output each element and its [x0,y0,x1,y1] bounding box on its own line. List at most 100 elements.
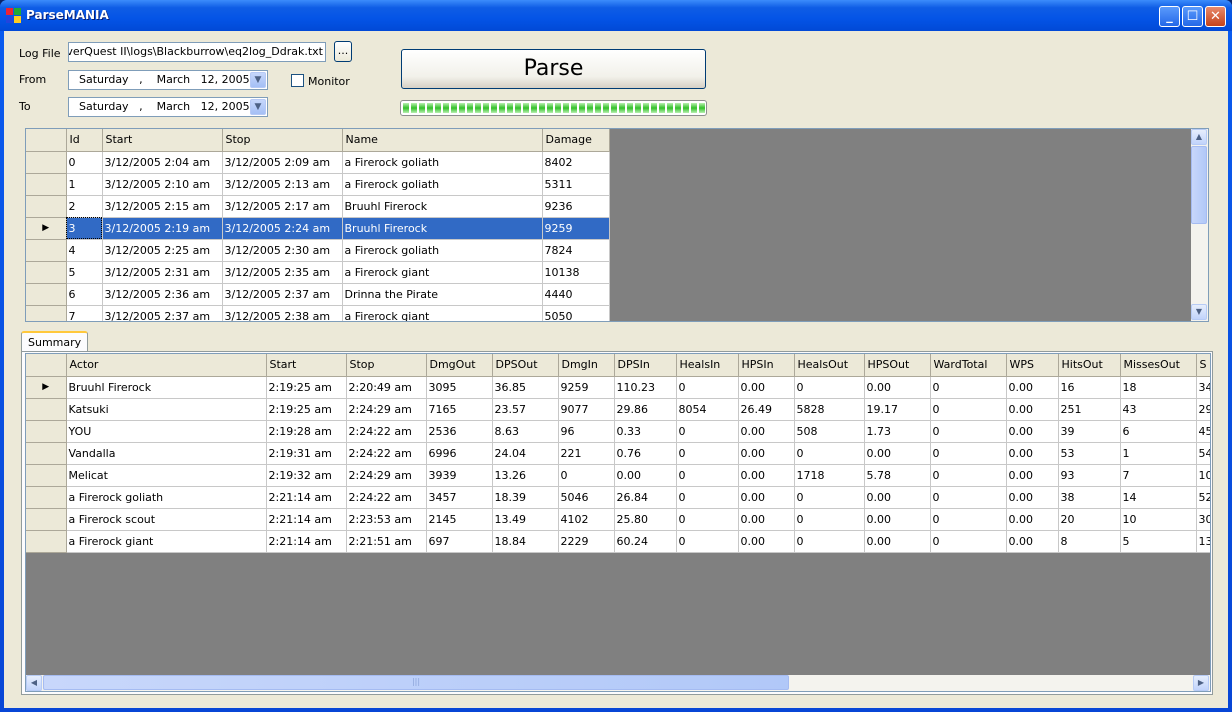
summary-row-header[interactable] [26,464,67,487]
summary-cell[interactable]: a Firerock giant [66,530,267,553]
browse-button[interactable]: ... [334,41,352,62]
encounters-cell[interactable]: Drinna the Pirate [342,283,543,306]
summary-cell[interactable]: 60.24 [614,530,677,553]
summary-cell[interactable]: 2:24:22 am [346,420,427,443]
summary-row[interactable]: Katsuki 2:19:25 am 2:24:29 am 7165 23.57 9077… [26,398,1210,421]
minimize-button[interactable]: _ [1159,6,1180,27]
encounters-row[interactable]: 5 3/12/2005 2:31 am 3/12/2005 2:35 am a Fir… [26,261,610,284]
summary-cell[interactable]: 0.00 [738,464,795,487]
summary-cell[interactable]: 697 [426,530,493,553]
summary-cell[interactable]: 251 [1058,398,1121,421]
summary-cell[interactable]: 0 [794,376,865,399]
summary-cell[interactable]: 0.00 [1006,508,1059,531]
encounters-cell[interactable]: 3/12/2005 2:15 am [102,195,223,218]
summary-cell[interactable]: 53 [1058,442,1121,465]
summary-column-header[interactable]: WPS [1006,354,1059,377]
encounters-column-header[interactable]: Damage [542,129,610,152]
summary-cell[interactable]: 1718 [794,464,865,487]
encounters-row[interactable]: 1 3/12/2005 2:10 am 3/12/2005 2:13 am a Fir… [26,173,610,196]
summary-cell[interactable]: 0.00 [738,530,795,553]
summary-cell[interactable]: 52 [1196,486,1210,509]
summary-cell[interactable]: 0 [676,530,739,553]
summary-cell[interactable]: 0 [930,508,1007,531]
summary-cell[interactable]: 0 [930,420,1007,443]
summary-cell[interactable]: 1.73 [864,420,931,443]
summary-cell[interactable]: 2:21:14 am [266,530,347,553]
summary-cell[interactable]: 18 [1120,376,1197,399]
summary-cell[interactable]: 0 [676,376,739,399]
encounters-cell[interactable]: 4440 [542,283,610,306]
summary-column-header[interactable]: Stop [346,354,427,377]
summary-cell[interactable]: 2:21:14 am [266,508,347,531]
summary-cell[interactable]: 0 [676,442,739,465]
encounters-cell[interactable]: 3 [66,217,103,240]
summary-cell[interactable]: 8.63 [492,420,559,443]
summary-cell[interactable]: 2:24:29 am [346,464,427,487]
summary-column-header[interactable]: S [1196,354,1210,377]
encounters-cell[interactable]: 10138 [542,261,610,284]
summary-cell[interactable]: 0 [930,530,1007,553]
encounters-cell[interactable]: a Firerock giant [342,261,543,284]
encounters-cell[interactable]: a Firerock goliath [342,239,543,262]
encounters-cell[interactable]: 3/12/2005 2:24 am [222,217,343,240]
scroll-thumb[interactable]: ||| [43,675,789,690]
encounters-row[interactable]: 7 3/12/2005 2:37 am 3/12/2005 2:38 am a Fir… [26,305,610,321]
encounters-row-header[interactable] [26,151,67,174]
summary-cell[interactable]: 10 [1120,508,1197,531]
summary-cell[interactable]: 30 [1196,508,1210,531]
summary-cell[interactable]: 2145 [426,508,493,531]
encounters-cell[interactable]: 3/12/2005 2:36 am [102,283,223,306]
summary-cell[interactable]: Melicat [66,464,267,487]
summary-cell[interactable]: 20 [1058,508,1121,531]
summary-row[interactable]: a Firerock giant 2:21:14 am 2:21:51 am 697 1… [26,530,1210,553]
summary-cell[interactable]: 2:24:29 am [346,398,427,421]
encounters-cell[interactable]: 3/12/2005 2:10 am [102,173,223,196]
summary-column-header[interactable]: Start [266,354,347,377]
summary-cell[interactable]: 0 [930,398,1007,421]
summary-cell[interactable]: 0 [794,442,865,465]
encounters-row-header[interactable] [26,261,67,284]
encounters-cell[interactable]: 3/12/2005 2:09 am [222,151,343,174]
summary-cell[interactable]: 3457 [426,486,493,509]
encounters-column-header[interactable]: Id [66,129,103,152]
summary-cell[interactable]: 9077 [558,398,615,421]
encounters-cell[interactable]: 6 [66,283,103,306]
summary-cell[interactable]: Vandalla [66,442,267,465]
summary-column-header[interactable]: DPSIn [614,354,677,377]
summary-cell[interactable]: 0.00 [614,464,677,487]
summary-cell[interactable]: 2:19:28 am [266,420,347,443]
encounters-cell[interactable]: 3/12/2005 2:25 am [102,239,223,262]
summary-row-header[interactable] [26,398,67,421]
summary-cell[interactable]: 14 [1120,486,1197,509]
scroll-left-icon[interactable]: ◀ [26,675,42,691]
summary-column-header[interactable]: Actor [66,354,267,377]
summary-cell[interactable]: 5.78 [864,464,931,487]
maximize-button[interactable]: ☐ [1182,6,1203,27]
summary-cell[interactable]: 36.85 [492,376,559,399]
summary-cell[interactable]: 0.00 [1006,376,1059,399]
summary-cell[interactable]: 2:20:49 am [346,376,427,399]
summary-column-header[interactable]: DmgIn [558,354,615,377]
encounters-cell[interactable]: 4 [66,239,103,262]
summary-cell[interactable]: 26.84 [614,486,677,509]
summary-column-header[interactable]: HPSIn [738,354,795,377]
summary-row[interactable]: YOU 2:19:28 am 2:24:22 am 2536 8.63 96 0.33 0 0.… [26,420,1210,443]
encounters-column-header[interactable]: Start [102,129,223,152]
summary-cell[interactable]: 10 [1196,464,1210,487]
summary-cell[interactable]: 0 [794,530,865,553]
summary-column-header[interactable]: HealsOut [794,354,865,377]
encounters-cell[interactable]: 8402 [542,151,610,174]
encounters-row-header[interactable] [26,195,67,218]
summary-row-header[interactable] [26,530,67,553]
summary-cell[interactable]: 5046 [558,486,615,509]
summary-row[interactable]: ▶ Bruuhl Firerock 2:19:25 am 2:20:49 am 3095… [26,376,1210,399]
summary-cell[interactable]: 19.17 [864,398,931,421]
summary-column-header[interactable]: MissesOut [1120,354,1197,377]
summary-row[interactable]: a Firerock scout 2:21:14 am 2:23:53 am 2145… [26,508,1210,531]
encounters-cell[interactable]: 7 [66,305,103,321]
summary-cell[interactable]: 13.26 [492,464,559,487]
summary-cell[interactable]: 5 [1120,530,1197,553]
summary-cell[interactable]: 2:19:31 am [266,442,347,465]
summary-cell[interactable]: 38 [1058,486,1121,509]
summary-cell[interactable]: 0.00 [864,508,931,531]
